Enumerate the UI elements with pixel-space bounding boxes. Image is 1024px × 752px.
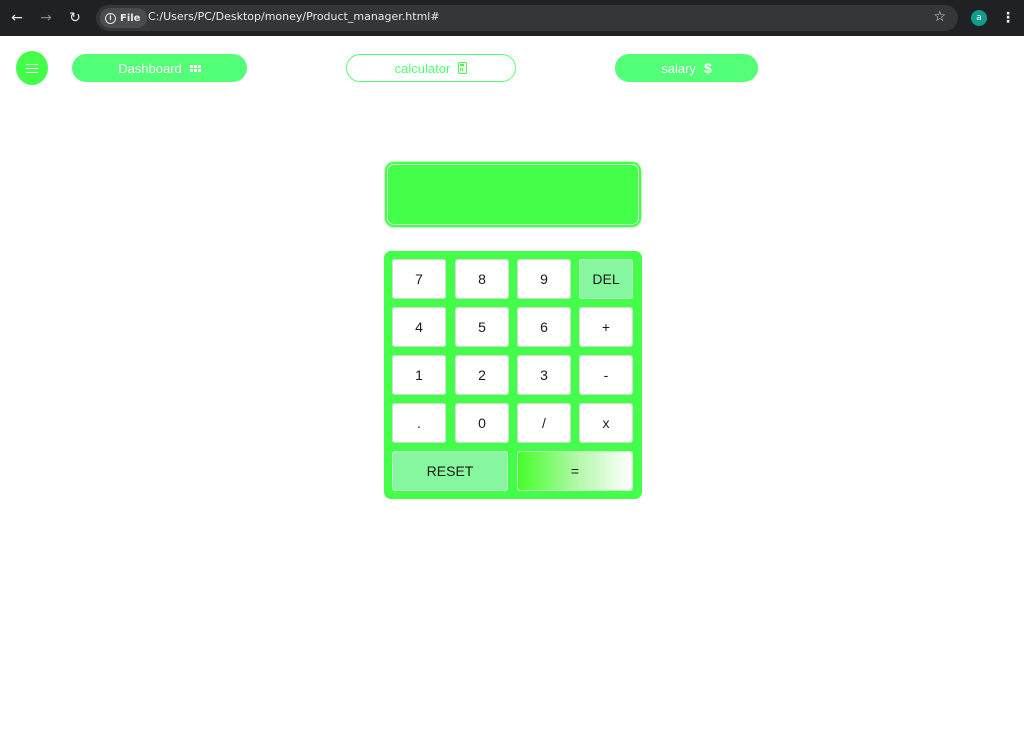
key-4[interactable]: 4 <box>392 307 446 347</box>
file-chip-label: File <box>120 12 141 24</box>
key-7[interactable]: 7 <box>392 259 446 299</box>
dashboard-button[interactable]: Dashboard <box>72 54 247 82</box>
calculator-keypad: 7 8 9 DEL 4 5 6 + 1 2 3 - . 0 / x RESET … <box>384 251 642 499</box>
key-9[interactable]: 9 <box>517 259 571 299</box>
key-2[interactable]: 2 <box>455 355 509 395</box>
grid-icon <box>189 64 201 72</box>
calculator-display <box>384 161 642 228</box>
plus-button[interactable]: + <box>579 307 633 347</box>
bookmark-star-icon[interactable]: ☆ <box>933 9 946 25</box>
hamburger-menu-button[interactable] <box>16 51 48 85</box>
forward-arrow-icon[interactable]: → <box>36 8 56 28</box>
calculator-label: calculator <box>394 60 451 76</box>
address-bar[interactable]: i File C:/Users/PC/Desktop/money/Product… <box>96 5 958 31</box>
key-5[interactable]: 5 <box>455 307 509 347</box>
url-text[interactable]: C:/Users/PC/Desktop/money/Product_manage… <box>148 10 440 23</box>
calculator-icon <box>458 62 468 74</box>
reload-icon[interactable]: ↻ <box>65 8 85 28</box>
browser-menu-icon[interactable]: ⋮ <box>1001 8 1015 28</box>
key-0[interactable]: 0 <box>455 403 509 443</box>
site-info-chip[interactable]: i File <box>100 8 148 28</box>
dollar-icon: $ <box>703 60 712 76</box>
salary-button[interactable]: salary $ <box>615 54 758 82</box>
salary-label: salary <box>661 60 696 76</box>
multiply-button[interactable]: x <box>579 403 633 443</box>
back-arrow-icon[interactable]: ← <box>7 8 27 28</box>
dashboard-label: Dashboard <box>118 60 182 76</box>
key-3[interactable]: 3 <box>517 355 571 395</box>
info-icon: i <box>105 12 116 24</box>
profile-avatar[interactable]: a <box>971 10 987 26</box>
hamburger-icon <box>26 63 38 74</box>
browser-toolbar: ← → ↻ i File C:/Users/PC/Desktop/money/P… <box>0 0 1024 36</box>
divide-button[interactable]: / <box>517 403 571 443</box>
reset-button[interactable]: RESET <box>392 451 508 491</box>
minus-button[interactable]: - <box>579 355 633 395</box>
key-8[interactable]: 8 <box>455 259 509 299</box>
decimal-button[interactable]: . <box>392 403 446 443</box>
calculator-button[interactable]: calculator <box>346 54 516 82</box>
key-1[interactable]: 1 <box>392 355 446 395</box>
delete-button[interactable]: DEL <box>579 259 633 299</box>
equals-button[interactable]: = <box>517 451 633 491</box>
key-6[interactable]: 6 <box>517 307 571 347</box>
